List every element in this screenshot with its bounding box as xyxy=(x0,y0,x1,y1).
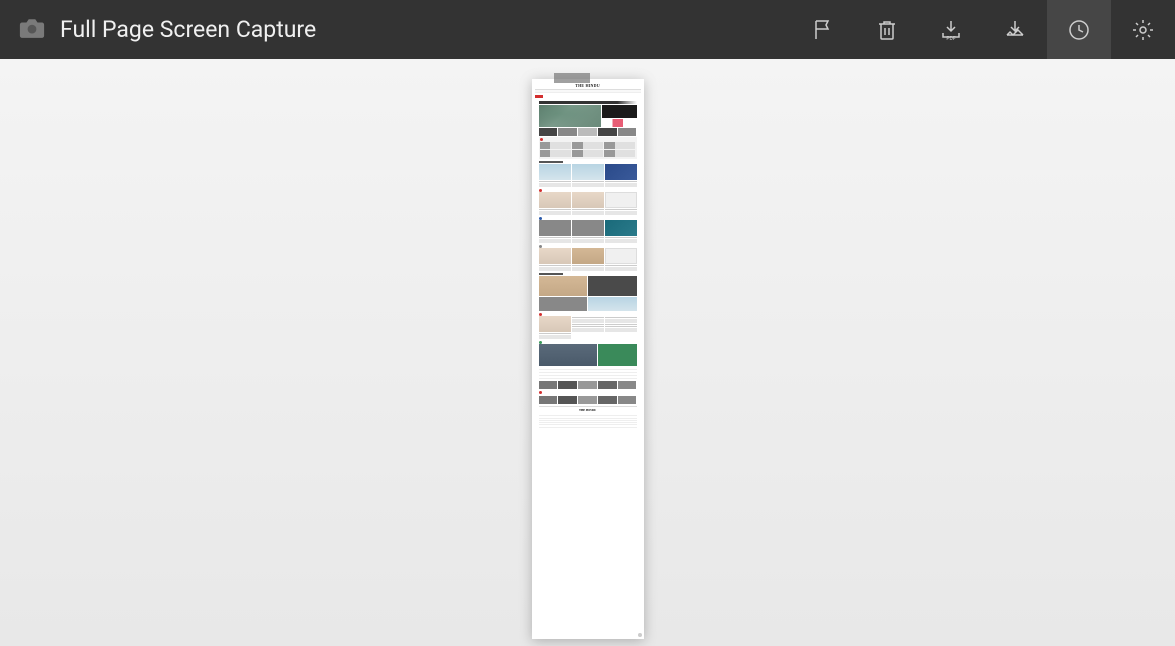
hero-sidebar xyxy=(602,105,637,127)
section-1 xyxy=(539,161,637,187)
app-title: Full Page Screen Capture xyxy=(60,16,316,43)
history-button[interactable] xyxy=(1047,0,1111,59)
page-navbar xyxy=(535,90,641,93)
hero-promo xyxy=(602,119,637,127)
section-5 xyxy=(539,313,637,339)
camera-icon xyxy=(18,17,46,43)
section-featured xyxy=(539,273,637,311)
download-pdf-button[interactable]: PDF xyxy=(919,0,983,59)
section-3 xyxy=(539,217,637,243)
hero-image xyxy=(539,105,601,127)
latest-news xyxy=(539,137,637,159)
scroll-top-badge xyxy=(638,633,642,637)
section-sport xyxy=(539,341,637,366)
toolbar: Full Page Screen Capture PDF xyxy=(0,0,1175,59)
breaking-tag xyxy=(535,95,543,98)
toolbar-right: PDF xyxy=(791,0,1175,59)
flag-button[interactable] xyxy=(791,0,855,59)
delete-button[interactable] xyxy=(855,0,919,59)
svg-text:PDF: PDF xyxy=(946,36,955,42)
headline xyxy=(539,101,637,104)
hero-section xyxy=(539,105,637,127)
settings-button[interactable] xyxy=(1111,0,1175,59)
captured-page-content: THE HINDU xyxy=(532,79,644,639)
hero-ad xyxy=(602,105,637,118)
toolbar-left: Full Page Screen Capture xyxy=(18,16,316,43)
canvas-area[interactable]: THE HINDU xyxy=(0,59,1175,646)
section-4 xyxy=(539,245,637,271)
screenshot-preview[interactable]: THE HINDU xyxy=(532,79,644,639)
download-image-button[interactable] xyxy=(983,0,1047,59)
section-2 xyxy=(539,189,637,215)
footer-area: THE HINDU xyxy=(539,369,637,429)
thumb-row-1 xyxy=(539,128,637,136)
footer-masthead: THE HINDU xyxy=(539,406,637,414)
selection-handle[interactable] xyxy=(554,73,590,83)
page-masthead: THE HINDU xyxy=(535,82,641,90)
